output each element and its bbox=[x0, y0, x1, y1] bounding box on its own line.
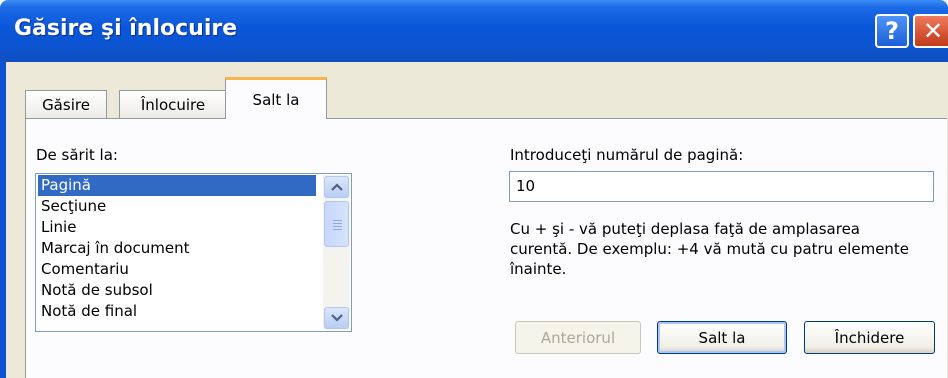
close-button[interactable]: Închidere bbox=[804, 321, 935, 354]
close-window-button[interactable]: ✕ bbox=[913, 14, 948, 48]
chevron-up-icon bbox=[330, 183, 343, 191]
tab-replace-label: Înlocuire bbox=[140, 96, 206, 114]
chevron-down-icon bbox=[330, 314, 343, 322]
list-scrollbar[interactable] bbox=[323, 175, 350, 330]
list-item[interactable]: Linie bbox=[38, 217, 316, 238]
scroll-thumb[interactable] bbox=[324, 201, 349, 247]
tab-find-label: Găsire bbox=[42, 96, 90, 114]
goto-button[interactable]: Salt la bbox=[657, 321, 787, 354]
tab-goto[interactable]: Salt la bbox=[225, 77, 327, 119]
tab-find[interactable]: Găsire bbox=[25, 90, 107, 119]
list-item[interactable]: Notă de subsol bbox=[38, 280, 316, 301]
goto-what-list[interactable]: Pagină Secţiune Linie Marcaj în document… bbox=[35, 173, 352, 332]
goto-what-label: De sărit la: bbox=[36, 146, 118, 164]
hint-text: Cu + şi - vă puteţi deplasa faţă de ampl… bbox=[510, 220, 910, 278]
list-item[interactable]: Secţiune bbox=[38, 196, 316, 217]
page-number-input[interactable]: 10 bbox=[509, 171, 934, 202]
list-item[interactable]: Marcaj în document bbox=[38, 238, 316, 259]
list-item[interactable]: Comentariu bbox=[38, 259, 316, 280]
help-button[interactable]: ? bbox=[875, 14, 909, 48]
previous-button[interactable]: Anteriorul bbox=[515, 321, 641, 354]
page-number-label: Introduceţi numărul de pagină: bbox=[510, 146, 744, 164]
scroll-down-button[interactable] bbox=[324, 307, 349, 329]
scroll-up-button[interactable] bbox=[324, 176, 349, 198]
tab-replace[interactable]: Înlocuire bbox=[119, 90, 227, 119]
window-title: Găsire şi înlocuire bbox=[14, 16, 238, 41]
tab-goto-label: Salt la bbox=[252, 90, 300, 109]
list-item[interactable]: Pagină bbox=[38, 175, 316, 196]
list-item[interactable]: Notă de final bbox=[38, 301, 316, 322]
title-bar[interactable]: Găsire şi înlocuire ? ✕ bbox=[0, 0, 948, 62]
